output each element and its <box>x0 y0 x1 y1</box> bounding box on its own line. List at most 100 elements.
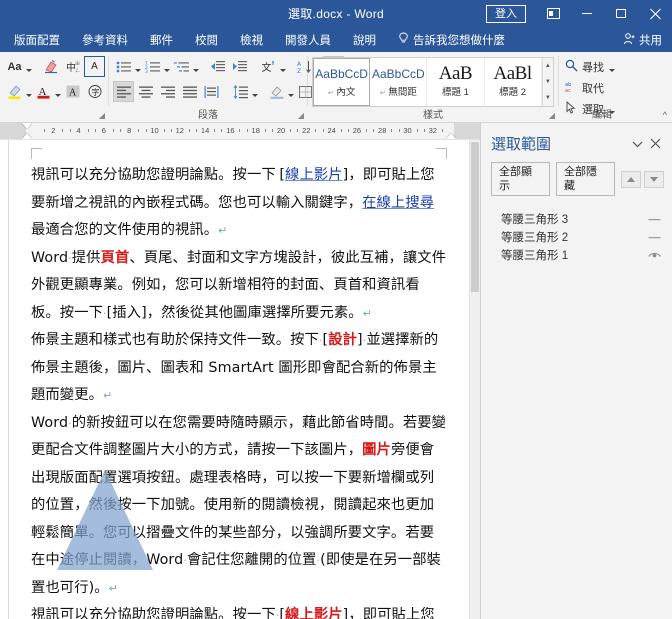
document-paragraph[interactable]: Word·提供頁首、頁尾、封面和文字方塊設計，彼此互補，讓文件外觀更顯專業。例如… <box>31 245 447 328</box>
first-line-indent-marker[interactable] <box>22 123 32 129</box>
change-case-caret-icon[interactable] <box>26 56 32 77</box>
distributed-button[interactable] <box>201 81 222 102</box>
asian-layout-caret-icon[interactable] <box>280 56 286 77</box>
ruler-tick <box>44 129 46 132</box>
maximize-icon[interactable] <box>604 0 638 27</box>
right-indent-marker[interactable] <box>446 133 456 139</box>
document-run: ↵ <box>102 389 113 402</box>
document-page[interactable]: 視訊可以充分協助您證明論點。按一下 [線上影片]，即可貼上您要新增之視訊的內嵌程… <box>8 140 470 619</box>
tab-developer[interactable]: 開發人員 <box>285 32 331 48</box>
shape-name: 等腰三角形 2 <box>501 232 569 244</box>
styles-dialog-launcher[interactable]: ◢ <box>549 111 555 120</box>
character-shading-button[interactable]: A <box>62 81 83 102</box>
font-color-button[interactable]: A <box>33 81 54 102</box>
shading-button[interactable] <box>266 81 287 102</box>
eye-hidden-icon[interactable] <box>646 233 662 242</box>
arrow-up-icon[interactable] <box>621 170 641 188</box>
justify-button[interactable] <box>179 81 200 102</box>
align-left-button[interactable] <box>113 81 134 102</box>
tab-help[interactable]: 說明 <box>353 32 376 48</box>
shading-caret-icon[interactable] <box>288 81 294 102</box>
style-name: ↵ 內文 <box>327 86 356 98</box>
document-paragraph[interactable]: 視訊可以充分協助您證明論點。按一下 [線上影片]，即可貼上您要新增之視訊的內嵌程… <box>31 162 447 245</box>
arrow-down-icon[interactable] <box>644 170 664 188</box>
increase-indent-button[interactable] <box>229 56 250 77</box>
phonetic-guide-button[interactable]: 中ㄓㄥ <box>62 56 83 77</box>
tab-mailings[interactable]: 郵件 <box>150 32 173 48</box>
document-hyperlink[interactable]: 在線上搜尋 <box>362 195 434 211</box>
show-all-button[interactable]: 全部顯示 <box>491 162 550 196</box>
close-icon[interactable] <box>646 135 664 153</box>
replace-button[interactable]: ab ac 取代 <box>563 77 641 98</box>
share-button[interactable]: 共用 <box>623 27 662 52</box>
line-spacing-caret-icon[interactable] <box>252 81 258 102</box>
style-item-heading-1[interactable]: AaB 標題 1 <box>427 58 485 106</box>
shape-list-item[interactable]: 等腰三角形 1 <box>481 246 672 264</box>
ribbon-display-options-icon[interactable] <box>536 0 570 27</box>
character-border-button[interactable]: A <box>84 56 105 77</box>
ruler-tick <box>290 129 291 132</box>
collapse-ribbon-icon[interactable]: ^ <box>663 110 667 120</box>
margin-corner-top-left <box>31 148 42 159</box>
ruler-tick <box>423 129 425 132</box>
document-area: 2 4 6 8 10 12 14 16 18 20 22 24 26 28 30 32 視訊可以充分協助您證明… <box>0 123 480 619</box>
enclose-characters-button[interactable]: 字 <box>84 81 105 102</box>
find-caret-icon[interactable] <box>608 56 616 77</box>
sign-in-button[interactable]: 登入 <box>486 4 526 23</box>
document-paragraph[interactable]: 視訊可以充分協助您證明論點。按一下·[線上影片]，即可貼上您要新增之視訊的內嵌程… <box>31 602 447 619</box>
shape-list-item[interactable]: 等腰三角形 3 <box>481 210 672 228</box>
left-indent-marker[interactable] <box>22 133 32 139</box>
isosceles-triangle-shape[interactable] <box>57 470 153 570</box>
tab-view[interactable]: 檢視 <box>240 32 263 48</box>
scrollbar-thumb[interactable] <box>471 142 479 292</box>
ruler-tick <box>94 129 96 132</box>
minimize-icon[interactable] <box>570 0 604 27</box>
multilevel-list-button[interactable] <box>171 56 192 77</box>
font-color-caret-icon[interactable] <box>55 81 61 102</box>
text-highlight-color-button[interactable] <box>4 81 25 102</box>
hide-all-button[interactable]: 全部隱藏 <box>556 162 615 196</box>
align-center-button[interactable] <box>135 81 156 102</box>
eye-visible-icon[interactable] <box>646 251 662 260</box>
paragraph-dialog-launcher[interactable]: ◢ <box>298 111 304 120</box>
tab-references[interactable]: 參考資料 <box>82 32 128 48</box>
align-right-button[interactable] <box>157 81 178 102</box>
font-dialog-launcher[interactable]: ◢ <box>99 111 105 120</box>
multilevel-caret-icon[interactable] <box>193 56 199 77</box>
styles-scroll-up-icon[interactable]: ▲ <box>543 58 553 74</box>
document-run: SmartArt <box>203 359 279 376</box>
chevron-down-icon[interactable] <box>628 135 646 153</box>
bullets-caret-icon[interactable] <box>135 56 141 77</box>
line-spacing-button[interactable] <box>230 81 251 102</box>
ruler-number: 16 <box>226 126 235 135</box>
tab-layout[interactable]: 版面配置 <box>14 32 60 48</box>
svg-text:字: 字 <box>91 87 99 97</box>
change-case-button[interactable]: Aa <box>4 56 25 77</box>
vertical-scrollbar[interactable] <box>469 140 480 619</box>
decrease-indent-button[interactable] <box>207 56 228 77</box>
find-button[interactable]: 尋找 <box>563 56 641 77</box>
clear-formatting-button[interactable] <box>40 56 61 77</box>
paragraph-group-label: 段落 <box>198 110 218 121</box>
bullets-button[interactable] <box>113 56 134 77</box>
styles-scroll-down-icon[interactable]: ▼ <box>543 74 553 90</box>
style-item-heading-2[interactable]: AaBl 標題 2 <box>485 58 542 106</box>
styles-more-icon[interactable]: ▼ <box>543 90 553 106</box>
horizontal-ruler[interactable]: 2 4 6 8 10 12 14 16 18 20 22 24 26 28 30 32 <box>0 123 480 140</box>
numbering-caret-icon[interactable] <box>164 56 170 77</box>
document-paragraph[interactable]: 佈景主題和樣式也有助於保持文件一致。按下·[設計]·並選擇新的佈景主題後，圖片、… <box>31 327 447 410</box>
eye-hidden-icon[interactable] <box>646 215 662 224</box>
highlight-color-caret-icon[interactable] <box>26 81 32 102</box>
document-hyperlink[interactable]: 線上影片 <box>285 607 343 619</box>
tell-me-box[interactable]: 告訴我您想做什麼 <box>398 32 505 48</box>
ruler-tick <box>221 129 223 132</box>
document-hyperlink[interactable]: 線上影片 <box>285 167 343 183</box>
style-name: 標題 1 <box>441 86 469 98</box>
shape-list-item[interactable]: 等腰三角形 2 <box>481 228 672 246</box>
style-item-body[interactable]: AaBbCcD ↵ 內文 <box>313 58 371 106</box>
close-icon[interactable] <box>638 0 672 27</box>
asian-layout-button[interactable]: 文 <box>258 56 279 77</box>
numbering-button[interactable]: 123 <box>142 56 163 77</box>
tab-review[interactable]: 校閱 <box>195 32 218 48</box>
style-item-no-spacing[interactable]: AaBbCcD ↵ 無間距 <box>370 58 428 106</box>
